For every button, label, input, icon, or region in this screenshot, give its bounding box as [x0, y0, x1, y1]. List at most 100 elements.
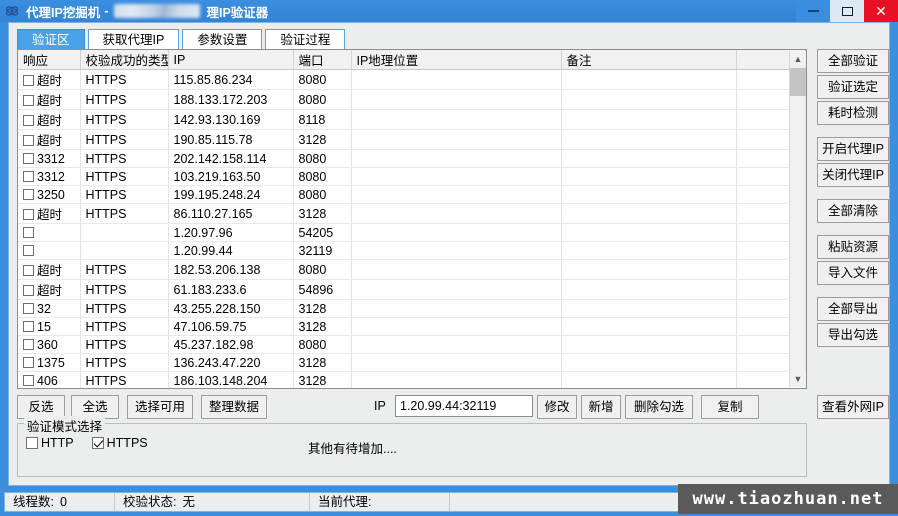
proxy-table[interactable]: 响应 校验成功的类型 IP 端口 IP地理位置 备注 超时 HTTPS 115.85…: [17, 49, 807, 389]
cell-geo[interactable]: [351, 317, 562, 336]
tab-verification-process[interactable]: 验证过程: [265, 29, 346, 49]
row-checkbox[interactable]: [23, 338, 34, 350]
scrollbar-thumb[interactable]: [790, 68, 806, 96]
cell-geo[interactable]: [351, 371, 562, 388]
cell-port[interactable]: 8080: [293, 69, 352, 90]
table-row[interactable]: 超时 HTTPS 182.53.206.138 8080: [18, 259, 806, 280]
cell-port[interactable]: 8080: [293, 185, 352, 204]
cell-response[interactable]: 超时: [18, 203, 81, 224]
row-checkbox[interactable]: [23, 209, 34, 220]
scroll-up-icon[interactable]: ▲: [790, 51, 806, 67]
row-checkbox[interactable]: [23, 226, 34, 238]
table-row[interactable]: 超时 HTTPS 115.85.86.234 8080: [18, 69, 806, 90]
table-row[interactable]: 406 HTTPS 186.103.148.204 3128: [18, 371, 806, 388]
cell-ip[interactable]: 199.195.248.24: [168, 185, 294, 204]
cell-port[interactable]: 3128: [293, 353, 352, 372]
https-checkbox-row[interactable]: HTTPS: [91, 436, 148, 450]
cell-geo[interactable]: [351, 279, 562, 300]
cell-note[interactable]: [561, 203, 737, 224]
row-checkbox[interactable]: [23, 115, 34, 126]
cell-note[interactable]: [561, 167, 737, 186]
cell-response[interactable]: 3312: [18, 167, 81, 186]
cell-ip[interactable]: 186.103.148.204: [168, 371, 294, 388]
table-row[interactable]: 超时 HTTPS 190.85.115.78 3128: [18, 129, 806, 150]
cell-port[interactable]: 8080: [293, 259, 352, 280]
cell-success-type[interactable]: HTTPS: [80, 185, 169, 204]
table-row[interactable]: 32 HTTPS 43.255.228.150 3128: [18, 299, 806, 318]
cell-success-type[interactable]: HTTPS: [80, 167, 169, 186]
cell-geo[interactable]: [351, 335, 562, 354]
side-button-10[interactable]: 导出勾选: [817, 323, 889, 347]
cell-response[interactable]: 超时: [18, 69, 81, 90]
copy-button[interactable]: 复制: [701, 395, 759, 419]
cell-success-type[interactable]: HTTPS: [80, 129, 169, 150]
ip-input[interactable]: [395, 395, 533, 417]
cell-note[interactable]: [561, 335, 737, 354]
row-checkbox[interactable]: [23, 170, 34, 182]
cell-note[interactable]: [561, 353, 737, 372]
cell-geo[interactable]: [351, 129, 562, 150]
cell-response[interactable]: 超时: [18, 129, 81, 150]
cell-ip[interactable]: 1.20.97.96: [168, 223, 294, 242]
side-button-7[interactable]: 粘贴资源: [817, 235, 889, 259]
table-row[interactable]: 超时 HTTPS 86.110.27.165 3128: [18, 203, 806, 224]
cell-ip[interactable]: 43.255.228.150: [168, 299, 294, 318]
http-checkbox-row[interactable]: HTTP: [26, 436, 74, 450]
cell-ip[interactable]: 115.85.86.234: [168, 69, 294, 90]
cell-ip[interactable]: 86.110.27.165: [168, 203, 294, 224]
cell-note[interactable]: [561, 129, 737, 150]
cell-success-type[interactable]: HTTPS: [80, 371, 169, 388]
cell-port[interactable]: 8118: [293, 109, 352, 130]
cell-ip[interactable]: 202.142.158.114: [168, 149, 294, 168]
cell-success-type[interactable]: HTTPS: [80, 149, 169, 168]
table-row[interactable]: 超时 HTTPS 142.93.130.169 8118: [18, 109, 806, 130]
row-checkbox[interactable]: [23, 135, 34, 146]
table-row[interactable]: 1.20.99.44 32119: [18, 241, 806, 260]
cell-geo[interactable]: [351, 185, 562, 204]
cell-geo[interactable]: [351, 109, 562, 130]
cell-response[interactable]: 3312: [18, 149, 81, 168]
table-row[interactable]: 超时 HTTPS 61.183.233.6 54896: [18, 279, 806, 300]
column-header-note[interactable]: 备注: [561, 50, 737, 70]
cell-port[interactable]: 32119: [293, 241, 352, 260]
cell-ip[interactable]: 142.93.130.169: [168, 109, 294, 130]
cell-geo[interactable]: [351, 241, 562, 260]
cell-ip[interactable]: 47.106.59.75: [168, 317, 294, 336]
side-button-2[interactable]: 验证选定: [817, 75, 889, 99]
cell-response[interactable]: 1375: [18, 353, 81, 372]
organize-data-button[interactable]: 整理数据: [201, 395, 267, 419]
column-header-success-type[interactable]: 校验成功的类型: [80, 50, 169, 70]
side-button-9[interactable]: 全部导出: [817, 297, 889, 321]
cell-note[interactable]: [561, 259, 737, 280]
column-header-port[interactable]: 端口: [293, 50, 352, 70]
cell-success-type[interactable]: HTTPS: [80, 279, 169, 300]
close-button[interactable]: ✕: [864, 0, 898, 22]
side-button-5[interactable]: 关闭代理IP: [817, 163, 889, 187]
cell-response[interactable]: 360: [18, 335, 81, 354]
cell-note[interactable]: [561, 223, 737, 242]
table-row[interactable]: 3312 HTTPS 103.219.163.50 8080: [18, 167, 806, 186]
cell-port[interactable]: 3128: [293, 299, 352, 318]
cell-note[interactable]: [561, 299, 737, 318]
table-row[interactable]: 3250 HTTPS 199.195.248.24 8080: [18, 185, 806, 204]
maximize-button[interactable]: [830, 0, 864, 22]
cell-geo[interactable]: [351, 69, 562, 90]
cell-geo[interactable]: [351, 259, 562, 280]
cell-success-type[interactable]: HTTPS: [80, 203, 169, 224]
cell-success-type[interactable]: HTTPS: [80, 353, 169, 372]
cell-success-type[interactable]: [80, 241, 169, 260]
cell-success-type[interactable]: HTTPS: [80, 259, 169, 280]
row-checkbox[interactable]: [23, 75, 34, 86]
row-checkbox[interactable]: [23, 244, 34, 256]
side-button-8[interactable]: 导入文件: [817, 261, 889, 285]
cell-success-type[interactable]: HTTPS: [80, 335, 169, 354]
cell-geo[interactable]: [351, 89, 562, 110]
cell-note[interactable]: [561, 149, 737, 168]
cell-ip[interactable]: 136.243.47.220: [168, 353, 294, 372]
cell-geo[interactable]: [351, 353, 562, 372]
cell-note[interactable]: [561, 89, 737, 110]
https-checkbox[interactable]: [91, 437, 104, 449]
tab-parameter-settings[interactable]: 参数设置: [182, 29, 263, 49]
cell-ip[interactable]: 1.20.99.44: [168, 241, 294, 260]
cell-ip[interactable]: 103.219.163.50: [168, 167, 294, 186]
